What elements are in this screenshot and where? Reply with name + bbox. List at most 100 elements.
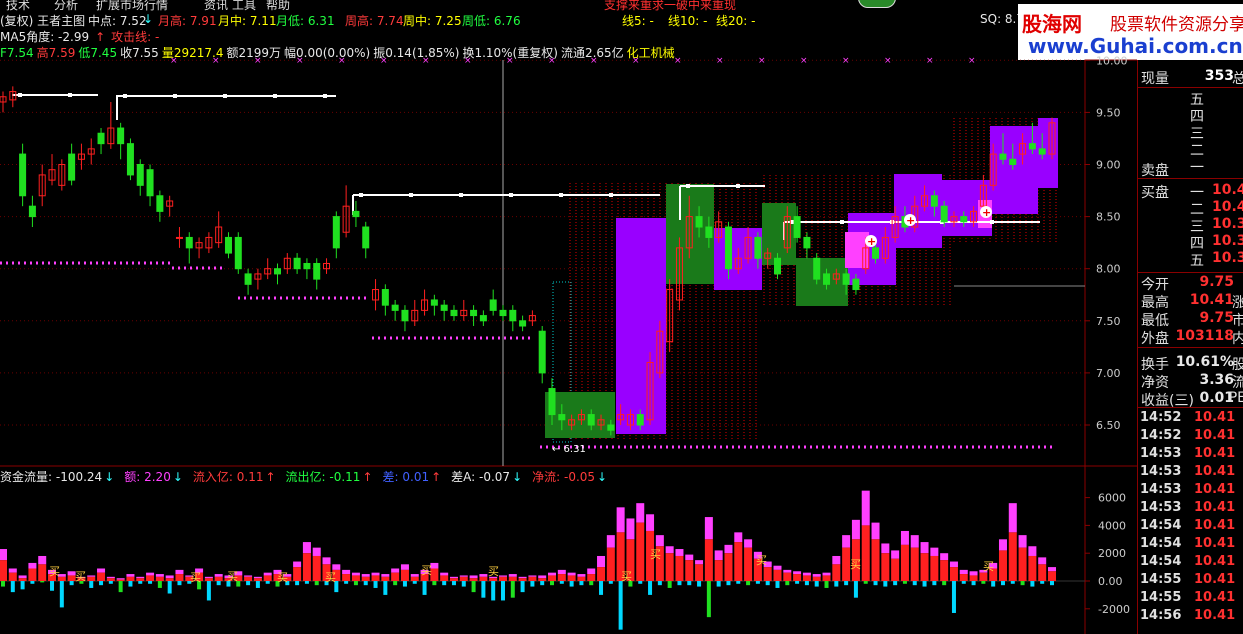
fund-bar-out — [363, 581, 368, 586]
price-axis-label: 7.50 — [1096, 315, 1121, 328]
candle-body — [450, 309, 458, 317]
fund-bar-ext — [744, 539, 753, 548]
candle-body — [175, 236, 183, 239]
tick-row: 14:54 10.41 — [1138, 536, 1243, 554]
fund-bar-ext — [302, 542, 311, 554]
fund-bar-in — [18, 578, 27, 581]
fund-bar-in — [567, 575, 576, 581]
fund-bar-in — [459, 576, 468, 581]
buy-signal-marker: 买 — [421, 564, 432, 577]
signal-box — [762, 203, 796, 265]
fund-bar-out — [863, 581, 868, 584]
fund-bar-ext — [861, 490, 870, 526]
fund-bar-out — [510, 581, 515, 598]
fund-bar-out — [157, 581, 162, 588]
candle-body — [773, 257, 781, 275]
fund-bar-in — [146, 575, 155, 581]
fund-bar-in — [557, 574, 566, 581]
fund-bar-out — [893, 581, 898, 586]
fund-bar-out — [902, 581, 907, 584]
tick-price: 10.41 — [1194, 446, 1236, 461]
fund-bar-ext — [998, 539, 1007, 551]
fund-bar-out — [246, 581, 251, 586]
candle-body — [803, 236, 811, 249]
tick-row: 14:54 10.41 — [1138, 554, 1243, 572]
fund-bar-ext — [116, 578, 125, 580]
fund-bar-ext — [28, 562, 37, 569]
fund-bar-out — [314, 581, 319, 586]
fund-bar-in — [410, 576, 419, 581]
stat-4-value: 10.61% — [1175, 354, 1234, 370]
tick-row: 14:53 10.41 — [1138, 500, 1243, 518]
buy-signal-marker: 买 — [488, 565, 499, 578]
sell-level-1: 四 — [1138, 106, 1243, 125]
fund-bar-ext — [293, 561, 302, 568]
fund-bar-ext — [773, 565, 782, 570]
plus-marker-sign: + — [906, 214, 915, 227]
fund-bar-in — [498, 576, 507, 581]
fund-bar-out — [922, 581, 927, 587]
fund-bar-ext — [469, 575, 478, 579]
fund-bar-ext — [714, 550, 723, 561]
fund-bar-in — [812, 576, 821, 581]
fund-bar-in — [949, 567, 958, 581]
fund-bar-ext — [165, 575, 174, 579]
stat-5-label: 净资 — [1141, 375, 1169, 391]
buy-level-price: 10.3 — [1212, 250, 1243, 266]
buy-signal-marker: 买 — [277, 571, 288, 584]
fund-bar-out — [265, 581, 270, 584]
candle-body — [519, 320, 527, 327]
fund-bar-ext — [410, 574, 419, 577]
top-marker: × — [968, 56, 976, 66]
fund-bar-out — [736, 581, 741, 584]
fund-bar-out — [706, 581, 711, 618]
fund-bar-out — [108, 581, 113, 584]
candle-body — [362, 226, 370, 249]
buy-signal-marker: 买 — [983, 560, 994, 573]
tick-price: 10.41 — [1194, 500, 1236, 515]
price-axis-label: 8.00 — [1096, 263, 1121, 276]
fund-bar-out — [726, 581, 731, 586]
fund-bar-ext — [1048, 567, 1056, 572]
fund-bar-in — [891, 558, 900, 581]
fund-bar-ext — [626, 518, 635, 540]
sell-label: 卖盘 — [1138, 160, 1243, 179]
fund-bar-ext — [1018, 535, 1027, 548]
fund-bar-ext — [548, 572, 557, 576]
candle-body — [146, 169, 154, 197]
fund-bar-in — [1038, 564, 1047, 581]
fund-bar-out — [412, 581, 417, 584]
fund-bar-out — [599, 581, 604, 595]
fund-bar-in — [8, 572, 17, 581]
tick-time: 14:53 — [1140, 464, 1182, 479]
stat-1-value: 10.41 — [1189, 292, 1234, 308]
fund-bar-in — [842, 547, 851, 581]
fund-bar-out — [687, 581, 692, 586]
candle-body — [489, 299, 497, 311]
fund-bar-out — [932, 581, 937, 586]
candle-body — [244, 273, 252, 285]
fund-bar-in — [175, 574, 184, 581]
fund-bar-in — [734, 542, 743, 581]
candle-body — [293, 257, 301, 270]
fund-bar-ext — [959, 569, 968, 575]
fund-bar-in — [479, 576, 488, 581]
fund-bar-in — [959, 574, 968, 581]
current-volume-value: 353 — [1204, 68, 1234, 84]
fund-bar-out — [755, 581, 760, 584]
candle-body — [313, 262, 321, 280]
buy-signal-marker: 买 — [75, 570, 86, 583]
fund-bar-out — [216, 581, 221, 586]
fund-bar-ext — [685, 554, 694, 561]
fund-field-7: ↑ — [362, 470, 373, 484]
kline-chart[interactable]: 10.00 9.50 9.00 8.50 8.00 7.50 7.00 6.50 × × × × × × ×… — [0, 0, 1137, 634]
fund-bar-out — [569, 581, 574, 587]
top-marker: × — [296, 56, 304, 66]
resistance-node — [840, 220, 844, 224]
tick-price: 10.41 — [1194, 464, 1236, 479]
fund-bar-ext — [381, 574, 390, 577]
candle-body — [185, 236, 193, 249]
fund-bar-ext — [969, 571, 978, 576]
tick-price: 10.41 — [1194, 590, 1236, 605]
stat-2-tail: 市 — [1232, 313, 1243, 329]
